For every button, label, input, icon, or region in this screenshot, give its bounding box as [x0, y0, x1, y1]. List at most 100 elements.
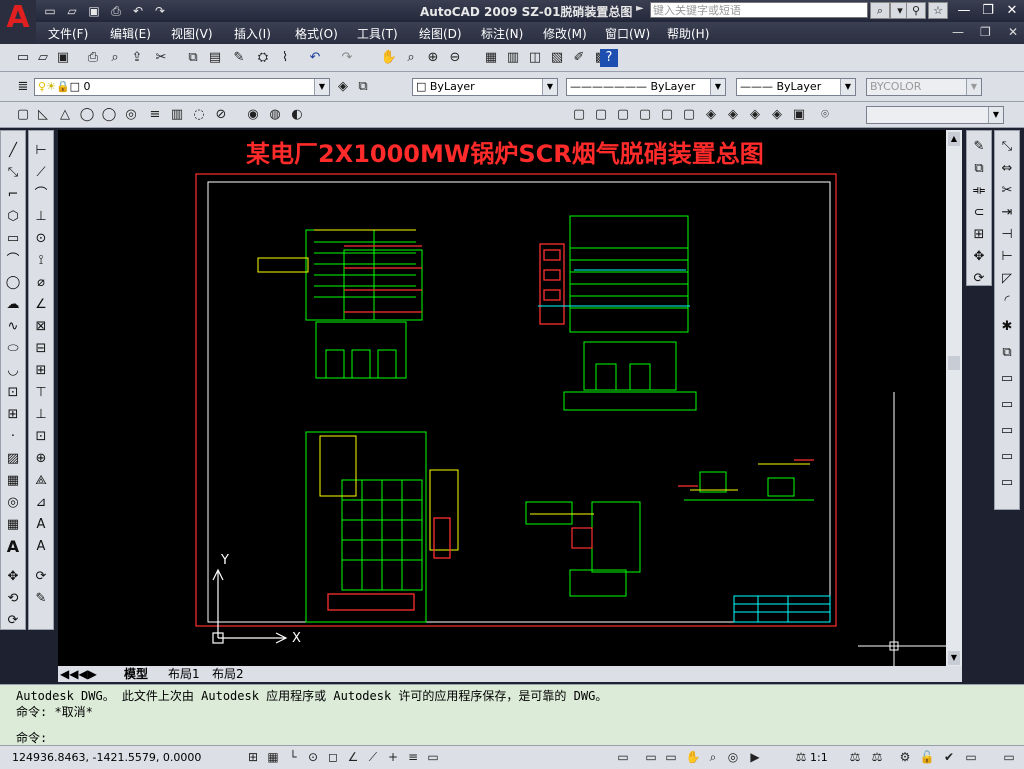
autoscale-icon[interactable]: ⚖ — [868, 748, 886, 766]
dim-space-icon[interactable]: ⊤ — [31, 383, 51, 403]
workspace-icon[interactable]: ⚙ — [896, 748, 914, 766]
make-block-icon[interactable]: ⊞ — [3, 405, 23, 425]
tolerance-icon[interactable]: ⊡ — [31, 427, 51, 447]
point-icon[interactable]: · — [3, 427, 23, 447]
chevron-down-icon[interactable]: ▼ — [840, 79, 855, 95]
scale-icon[interactable]: ⤡ — [997, 137, 1017, 157]
view-combo[interactable]: ▼ — [866, 106, 1004, 124]
view-iso3-icon[interactable]: ◈ — [746, 106, 764, 124]
new-icon[interactable]: ▭ — [40, 2, 60, 20]
view-left-icon[interactable]: ▢ — [614, 106, 632, 124]
qnew-icon[interactable]: ▭ — [14, 49, 32, 67]
undo-icon[interactable]: ↶ — [128, 2, 148, 20]
clean-screen-icon[interactable]: ▭ — [962, 748, 980, 766]
doc-minimize-icon[interactable]: — — [952, 25, 964, 39]
search-icon[interactable]: ⌕ — [870, 2, 890, 19]
layer-previous-icon[interactable]: ⧉ — [354, 78, 372, 96]
tab-layout1[interactable]: 布局1 — [168, 666, 200, 682]
view-iso4-icon[interactable]: ◈ — [768, 106, 786, 124]
color-combo[interactable]: □ ByLayer ▼ — [412, 78, 558, 96]
linetype-combo[interactable]: ——————— ByLayer ▼ — [566, 78, 726, 96]
text-front-icon[interactable]: ▭ — [997, 473, 1017, 493]
save-file-icon[interactable]: ▣ — [54, 49, 72, 67]
gradient-icon[interactable]: ▦ — [3, 471, 23, 491]
rotate-icon[interactable]: ⟳ — [969, 269, 989, 289]
tray-settings-icon[interactable]: ✔ — [940, 748, 958, 766]
bring-above-icon[interactable]: ▭ — [997, 421, 1017, 441]
publish-icon[interactable]: ⇪ — [128, 49, 146, 67]
chevron-down-icon[interactable]: ▼ — [966, 79, 981, 95]
dyn-icon[interactable]: + — [384, 748, 402, 766]
vertical-scrollbar[interactable]: ▲ ▼ — [946, 130, 962, 667]
quick-dim-icon[interactable]: ⊠ — [31, 317, 51, 337]
pan-tool-icon[interactable]: ✥ — [3, 567, 23, 587]
extrude-icon[interactable]: ▥ — [168, 106, 186, 124]
menu-draw[interactable]: 绘图(D) — [419, 25, 462, 42]
dim-diameter-icon[interactable]: ⌀ — [31, 273, 51, 293]
scroll-down-icon[interactable]: ▼ — [948, 651, 960, 665]
snap-icon[interactable]: ⊞ — [244, 748, 262, 766]
dim-arc-icon[interactable]: ⌒ — [31, 185, 51, 205]
draw-order-icon[interactable]: ⧉ — [997, 343, 1017, 363]
insert-block-icon[interactable]: ⊡ — [3, 383, 23, 403]
dim-update-icon[interactable]: ⟳ — [31, 567, 51, 587]
menu-help[interactable]: 帮助(H) — [667, 25, 709, 42]
print-icon[interactable]: ⎙ — [106, 2, 126, 20]
properties-icon[interactable]: ▦ — [482, 49, 500, 67]
revolve-icon[interactable]: ◌ — [190, 106, 208, 124]
view-right-icon[interactable]: ▢ — [636, 106, 654, 124]
zoom-realtime-icon[interactable]: ⌕ — [402, 49, 420, 67]
view-iso2-icon[interactable]: ◈ — [724, 106, 742, 124]
open-file-icon[interactable]: ▱ — [34, 49, 52, 67]
intersect-icon[interactable]: ◐ — [288, 106, 306, 124]
tool-palettes-icon[interactable]: ◫ — [526, 49, 544, 67]
dim-angular-icon[interactable]: ∠ — [31, 295, 51, 315]
chevron-down-icon[interactable]: ▼ — [710, 79, 725, 95]
close-icon[interactable]: ✕ — [1000, 1, 1024, 20]
dim-text-edit-icon[interactable]: A — [31, 537, 51, 557]
sheet-set-icon[interactable]: ▧ — [548, 49, 566, 67]
markup-icon[interactable]: ✐ — [570, 49, 588, 67]
break-icon[interactable]: ⊣ — [997, 225, 1017, 245]
zoom-previous-icon[interactable]: ⊖ — [446, 49, 464, 67]
walk-icon[interactable]: ⟳ — [3, 611, 23, 631]
layer-manager-icon[interactable]: ≣ — [14, 78, 32, 96]
ortho-icon[interactable]: └ — [284, 748, 302, 766]
line-icon[interactable]: ╱ — [3, 141, 23, 161]
view-manager-icon[interactable]: ▣ — [790, 106, 808, 124]
redo-icon[interactable]: ↷ — [150, 2, 170, 20]
cone-icon[interactable]: △ — [56, 106, 74, 124]
view-back-icon[interactable]: ▢ — [680, 106, 698, 124]
bring-front-icon[interactable]: ▭ — [997, 369, 1017, 389]
plot-icon[interactable]: ⎙ — [84, 49, 102, 67]
application-menu-button[interactable]: A — [0, 0, 36, 44]
chevron-down-icon[interactable]: ▼ — [542, 79, 557, 95]
fillet-icon[interactable]: ◜ — [997, 291, 1017, 311]
table-icon[interactable]: ▦ — [3, 515, 23, 535]
minimize-icon[interactable]: — — [952, 1, 976, 20]
steering-wheel-icon[interactable]: ◎ — [724, 748, 742, 766]
preview-icon[interactable]: ⌕ — [106, 49, 124, 67]
sweep-icon[interactable]: ⊘ — [212, 106, 230, 124]
menu-insert[interactable]: 插入(I) — [234, 25, 271, 42]
annotation-scale-value[interactable]: 1:1 — [810, 751, 828, 764]
otrack-icon[interactable]: ∠ — [344, 748, 362, 766]
zoom-window-icon[interactable]: ⊕ — [424, 49, 442, 67]
lock-icon[interactable]: 🔓 — [918, 748, 936, 766]
dim-linear-icon[interactable]: ⊢ — [31, 141, 51, 161]
block-editor-icon[interactable]: ⛭ — [254, 49, 272, 67]
dim-aligned-icon[interactable]: ⟋ — [31, 163, 51, 183]
chamfer-icon[interactable]: ◸ — [997, 269, 1017, 289]
camera-icon[interactable]: ⌾ — [816, 106, 834, 124]
ducs-icon[interactable]: ⟋ — [364, 748, 382, 766]
drawing-canvas[interactable]: 某电厂2X1000MW锅炉SCR烟气脱硝装置总图 Y X — [58, 130, 946, 667]
circle-icon[interactable]: ◯ — [3, 273, 23, 293]
communication-center-icon[interactable]: ⚲ — [906, 2, 926, 19]
revcloud-icon[interactable]: ☁ — [3, 295, 23, 315]
make-layer-current-icon[interactable]: ◈ — [334, 78, 352, 96]
zoom-status-icon[interactable]: ⌕ — [704, 748, 722, 766]
mirror-icon[interactable]: ⟚ — [969, 181, 989, 201]
osnap-icon[interactable]: ◻ — [324, 748, 342, 766]
center-mark-icon[interactable]: ⊕ — [31, 449, 51, 469]
brush-icon[interactable]: ⌇ — [276, 49, 294, 67]
